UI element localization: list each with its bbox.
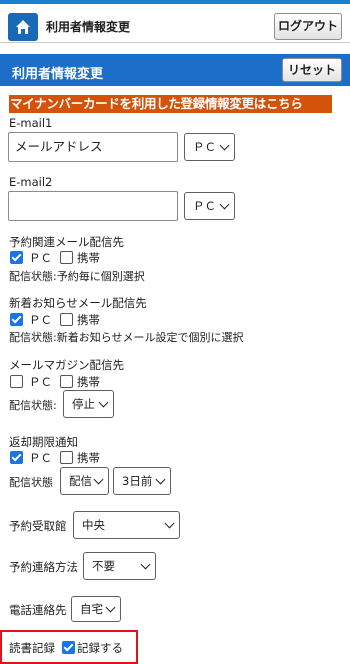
magazine-pc-label: ＰＣ <box>29 375 52 389</box>
new-arrival-mobile-checkbox[interactable] <box>60 313 73 326</box>
chevron-down-icon <box>164 518 175 529</box>
new-arrival-pc-label: ＰＣ <box>29 313 52 327</box>
magazine-status-label: 配信状態: <box>9 399 57 412</box>
new-arrival-status: 配信状態:新着お知らせメール設定で個別に選択 <box>9 331 244 344</box>
new-arrival-mobile-label: 携帯 <box>77 313 100 327</box>
pickup-library-label: 予約受取館 <box>9 519 67 533</box>
chevron-down-icon <box>219 140 230 151</box>
magazine-mobile-checkbox[interactable] <box>60 375 73 388</box>
magazine-status-select[interactable]: 停止 <box>63 390 114 418</box>
email1-label: E-mail1 <box>9 116 53 130</box>
home-button[interactable] <box>8 13 38 41</box>
reservation-mobile-label: 携帯 <box>77 251 100 265</box>
chevron-down-icon <box>219 199 230 210</box>
email2-type-select[interactable]: ＰＣ <box>184 192 235 220</box>
header: 利用者情報変更 ログアウト <box>0 4 350 43</box>
phone-contact-select[interactable]: 自宅 <box>71 596 121 622</box>
return-notice-label: 返却期限通知 <box>9 435 78 449</box>
return-pc-checkbox[interactable] <box>10 451 23 464</box>
reservation-pc-checkbox[interactable] <box>10 251 23 264</box>
email1-input[interactable]: メールアドレス <box>8 132 178 162</box>
new-arrival-pc-checkbox[interactable] <box>10 313 23 326</box>
mynumber-card-link[interactable]: マイナンバーカードを利用した登録情報変更はこちら <box>9 95 332 113</box>
phone-contact-value: 自宅 <box>80 602 103 616</box>
reservation-mail-label: 予約関連メール配信先 <box>9 235 124 249</box>
home-icon <box>16 20 30 34</box>
reset-button[interactable]: リセット <box>282 58 342 82</box>
return-days-value: 3日前 <box>122 474 153 488</box>
contact-method-label: 予約連絡方法 <box>9 560 78 574</box>
return-status-select[interactable]: 配信 <box>60 467 109 495</box>
new-arrival-mail-label: 新着お知らせメール配信先 <box>9 296 147 310</box>
reading-record-checkbox[interactable] <box>62 641 75 654</box>
return-mobile-checkbox[interactable] <box>60 451 73 464</box>
magazine-status-value: 停止 <box>72 397 95 411</box>
magazine-label: メールマガジン配信先 <box>9 358 124 372</box>
contact-method-value: 不要 <box>92 559 115 573</box>
magazine-pc-checkbox[interactable] <box>10 375 23 388</box>
reservation-mobile-checkbox[interactable] <box>60 251 73 264</box>
reading-record-checkbox-label: 記録する <box>77 641 123 655</box>
reading-record-label: 読書記録 <box>9 641 55 655</box>
logout-button[interactable]: ログアウト <box>274 13 342 40</box>
chevron-down-icon <box>93 474 104 485</box>
email2-label: E-mail2 <box>9 175 53 189</box>
page-title: 利用者情報変更 <box>46 20 131 34</box>
chevron-down-icon <box>105 602 116 613</box>
email2-input[interactable] <box>8 191 178 221</box>
chevron-down-icon <box>140 559 151 570</box>
reservation-pc-label: ＰＣ <box>29 251 52 265</box>
return-pc-label: ＰＣ <box>29 451 52 465</box>
section-title: 利用者情報変更 <box>12 67 104 82</box>
email1-type-select[interactable]: ＰＣ <box>184 133 235 161</box>
magazine-mobile-label: 携帯 <box>77 375 100 389</box>
phone-contact-label: 電話連絡先 <box>9 603 67 617</box>
email2-type-value: ＰＣ <box>193 199 216 213</box>
return-mobile-label: 携帯 <box>77 451 100 465</box>
chevron-down-icon <box>155 474 166 485</box>
reservation-status: 配信状態:予約毎に個別選択 <box>9 270 145 283</box>
pickup-library-select[interactable]: 中央 <box>73 511 180 539</box>
contact-method-select[interactable]: 不要 <box>83 552 156 580</box>
chevron-down-icon <box>98 397 109 408</box>
return-status-label: 配信状態 <box>9 476 53 489</box>
return-days-select[interactable]: 3日前 <box>113 467 171 495</box>
pickup-library-value: 中央 <box>82 518 105 532</box>
return-status-value: 配信 <box>69 474 92 488</box>
email1-type-value: ＰＣ <box>193 140 216 154</box>
